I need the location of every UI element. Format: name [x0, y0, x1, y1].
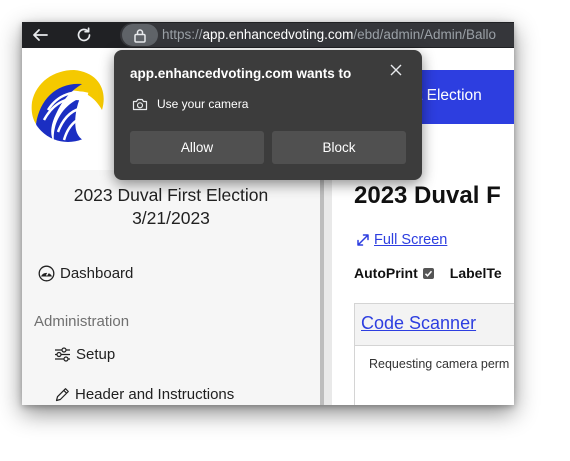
sidebar-item-dashboard[interactable]: Dashboard: [38, 265, 133, 282]
screenshot-frame: https://app.enhancedvoting.com/ebd/admin…: [22, 22, 514, 405]
autoprint-checkbox[interactable]: [422, 267, 434, 279]
block-button[interactable]: Block: [272, 131, 406, 164]
code-scanner-header: Code Scanner: [355, 304, 514, 346]
election-name: 2023 Duval First Election: [73, 185, 269, 205]
full-screen-label: Full Screen: [374, 232, 448, 248]
camera-icon: [132, 98, 148, 111]
code-scanner-panel: Code Scanner Requesting camera perm: [354, 303, 514, 405]
browser-toolbar: https://app.enhancedvoting.com/ebd/admin…: [22, 22, 514, 48]
checkmark-icon: [424, 270, 432, 277]
election-dropdown-label: t Election: [418, 87, 482, 104]
election-date: 3/21/2023: [132, 208, 210, 228]
main-content: 2023 Duval F Full Screen AutoPrint Label…: [324, 170, 514, 405]
allow-button[interactable]: Allow: [130, 131, 264, 164]
camera-status-text: Requesting camera perm: [369, 357, 510, 371]
sidebar-item-setup[interactable]: Setup: [54, 346, 115, 363]
page-title: 2023 Duval F: [354, 182, 501, 209]
app-logo: [30, 66, 106, 142]
sidebar-section-administration: Administration: [34, 313, 130, 330]
code-scanner-title[interactable]: Code Scanner: [361, 313, 476, 334]
permission-popup-title: app.enhancedvoting.com wants to: [130, 66, 352, 81]
labeltest-label[interactable]: LabelTe: [450, 265, 502, 281]
print-options: AutoPrint LabelTe: [354, 265, 502, 281]
sidebar-item-label: Setup: [76, 346, 116, 363]
sidebar-item-label: Dashboard: [60, 265, 134, 282]
permission-label: Use your camera: [157, 97, 249, 111]
sidebar-item-label: Header and Instructions: [75, 386, 235, 403]
speedometer-icon: [38, 265, 55, 282]
sliders-icon: [55, 347, 70, 362]
camera-permission-popup: app.enhancedvoting.com wants to Use your…: [114, 50, 422, 180]
back-arrow-icon[interactable]: [30, 25, 50, 45]
autoprint-label: AutoPrint: [354, 265, 418, 281]
url-host: app.enhancedvoting.com: [202, 27, 354, 42]
close-icon[interactable]: [386, 60, 406, 80]
url-protocol: https://: [162, 27, 203, 42]
main-card: 2023 Duval F Full Screen AutoPrint Label…: [332, 170, 514, 405]
reload-icon[interactable]: [74, 25, 94, 45]
expand-arrows-icon: [357, 234, 369, 246]
permission-request: Use your camera: [132, 97, 248, 111]
full-screen-link[interactable]: Full Screen: [356, 232, 447, 248]
url-text[interactable]: https://app.enhancedvoting.com/ebd/admin…: [162, 27, 496, 42]
sidebar: 2023 Duval First Election 3/21/2023 Dash…: [22, 170, 320, 405]
pencil-icon: [55, 387, 69, 401]
sidebar-item-header-instructions[interactable]: Header and Instructions: [54, 386, 234, 403]
url-path: /ebd/admin/Admin/Ballo: [353, 27, 496, 42]
address-bar[interactable]: https://app.enhancedvoting.com/ebd/admin…: [120, 23, 514, 47]
lock-icon[interactable]: [122, 24, 158, 46]
sidebar-election-heading: 2023 Duval First Election 3/21/2023: [22, 184, 320, 230]
